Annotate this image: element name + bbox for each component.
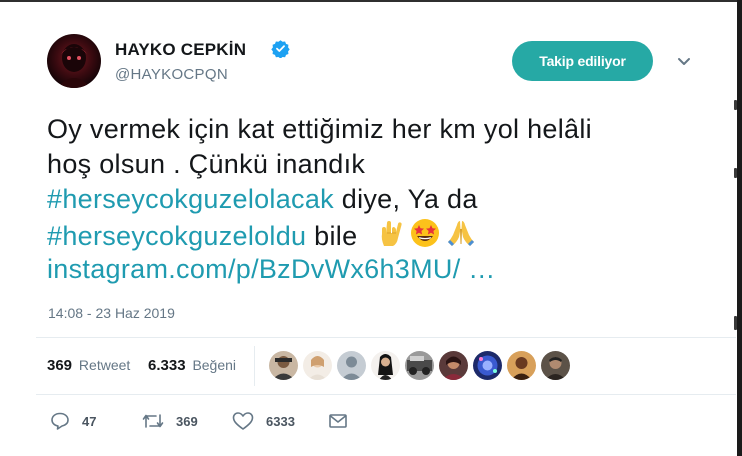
liker-avatar[interactable] — [371, 351, 400, 380]
author-handle[interactable]: @HAYKOCPQN — [115, 66, 228, 83]
following-button-label: Takip ediliyor — [539, 53, 626, 69]
background-fragment — [734, 168, 737, 178]
liker-avatar[interactable] — [473, 351, 502, 380]
envelope-icon — [329, 414, 347, 428]
star-struck-emoji-icon — [411, 219, 440, 247]
rock-on-hand-emoji-icon — [382, 221, 403, 246]
liker-avatar[interactable] — [303, 351, 332, 380]
liker-avatar[interactable] — [337, 351, 366, 380]
likes-stat[interactable]: 6.333 Beğeni — [148, 357, 236, 374]
liker-avatar[interactable] — [439, 351, 468, 380]
background-fragment — [734, 100, 737, 110]
retweet-count: 369 — [176, 413, 198, 429]
reply-button[interactable]: 47 — [50, 409, 96, 433]
tweet-line: instagram.com/p/BzDvWx6h3MU/ … — [47, 252, 727, 287]
likes-label: Beğeni — [192, 357, 237, 373]
author-name[interactable]: HAYKO CEPKİN — [115, 40, 246, 60]
hashtag-link[interactable]: #herseycokguzeloldu — [47, 221, 306, 251]
tweet-text-segment: bile — [306, 221, 358, 251]
tweet-line: Oy vermek için kat ettiğimiz her km yol … — [47, 112, 727, 147]
tweet-stats-bar: 369 Retweet 6.333 Beğeni — [36, 337, 736, 395]
stats-divider — [254, 346, 255, 386]
tweet-line: #herseycokguzelolacak diye, Ya da — [47, 182, 727, 217]
tweet-text-segment: diye, Ya da — [333, 184, 478, 214]
author-avatar[interactable] — [47, 34, 101, 88]
retweets-count: 369 — [47, 357, 73, 374]
following-button[interactable]: Takip ediliyor — [512, 41, 653, 81]
hashtag-link[interactable]: #herseycokguzelolacak — [47, 184, 334, 214]
reply-count: 47 — [82, 413, 97, 429]
chevron-down-icon[interactable] — [676, 56, 692, 68]
tweet-timestamp[interactable]: 14:08 - 23 Haz 2019 — [48, 305, 175, 321]
tweet-actions: 47 369 6333 — [48, 409, 448, 433]
tweet-line: hoş olsun . Çünkü inandık — [47, 147, 727, 182]
liker-avatar[interactable] — [269, 351, 298, 380]
instagram-link[interactable]: instagram.com/p/BzDvWx6h3MU/ … — [47, 254, 496, 284]
retweet-button[interactable]: 369 — [142, 409, 198, 433]
tweet-text: Oy vermek için kat ettiğimiz her km yol … — [47, 112, 727, 287]
retweets-stat[interactable]: 369 Retweet — [47, 357, 130, 374]
liker-avatar[interactable] — [405, 351, 434, 380]
liker-avatar[interactable] — [507, 351, 536, 380]
direct-message-button[interactable] — [328, 409, 348, 433]
likes-count: 6.333 — [148, 357, 186, 374]
like-button[interactable]: 6333 — [232, 409, 295, 433]
tweet-text-segment: hoş olsun . Çünkü inandık — [47, 149, 366, 179]
retweet-icon — [142, 414, 164, 428]
folded-hands-emoji-icon — [448, 221, 475, 247]
liker-avatar[interactable] — [541, 351, 570, 380]
background-fragment — [734, 316, 737, 330]
retweets-label: Retweet — [78, 357, 131, 373]
heart-icon — [232, 412, 254, 430]
verified-badge-icon — [271, 40, 290, 58]
like-count: 6333 — [266, 413, 295, 429]
window-right-edge — [737, 0, 742, 456]
reply-icon — [51, 412, 69, 430]
tweet-line: #herseycokguzeloldu bile — [47, 217, 727, 252]
window-top-edge — [0, 0, 742, 2]
tweet-text-segment: Oy vermek için kat ettiğimiz her km yol … — [47, 114, 592, 144]
